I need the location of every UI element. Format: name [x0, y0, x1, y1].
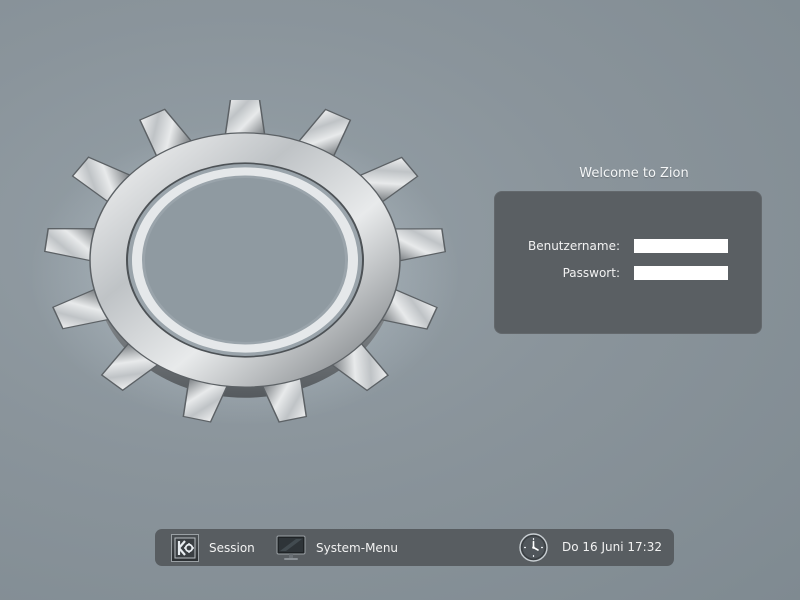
- bottom-taskbar: Session System-Menu Do 16 Juni 17:32: [155, 529, 674, 566]
- session-button[interactable]: Session: [171, 529, 255, 566]
- clock-icon: [519, 533, 548, 562]
- password-label: Passwort:: [562, 266, 620, 280]
- date-time: Do 16 Juni 17:32: [562, 540, 662, 554]
- system-menu-label: System-Menu: [316, 540, 399, 555]
- login-panel: Benutzername: Passwort:: [494, 191, 762, 334]
- kde-logo-icon: [171, 533, 199, 562]
- system-menu-button[interactable]: System-Menu: [276, 529, 398, 566]
- username-label: Benutzername:: [527, 239, 620, 253]
- monitor-icon: [276, 534, 306, 562]
- username-input[interactable]: [634, 239, 728, 253]
- password-input[interactable]: [634, 266, 728, 280]
- welcome-title: Welcome to Zion: [579, 166, 689, 181]
- username-row: Benutzername:: [494, 238, 762, 256]
- password-row: Passwort:: [494, 265, 762, 283]
- gear-icon: [30, 100, 460, 430]
- session-label: Session: [209, 540, 255, 555]
